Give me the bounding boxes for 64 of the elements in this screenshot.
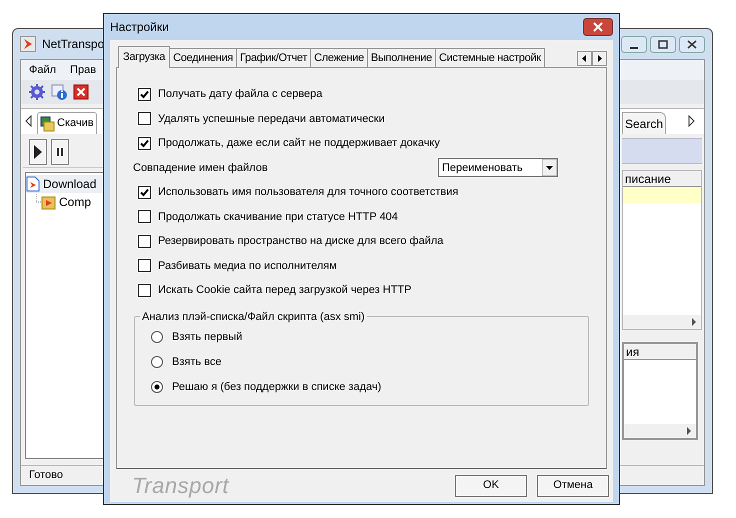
checkbox-label: Использовать имя пользователя для точного соответствия	[158, 185, 458, 200]
close-button[interactable]	[583, 18, 613, 36]
dropdown[interactable]: Переименовать	[438, 158, 558, 178]
checkbox[interactable]	[138, 284, 151, 297]
tree-item[interactable]: Comp	[26, 193, 104, 211]
scroll-left-icon[interactable]	[24, 115, 34, 127]
scroll-right-icon[interactable]	[592, 51, 607, 66]
dialog-title: Настройки	[110, 19, 169, 36]
checkbox[interactable]	[138, 88, 151, 101]
delete-icon[interactable]	[73, 84, 89, 100]
folder-icon	[36, 194, 56, 210]
checkbox[interactable]	[138, 259, 151, 272]
group-title: Анализ плэй-списка/Файл скрипта (asx smi)	[140, 308, 367, 325]
field-label: Совпадение имен файлов	[133, 160, 268, 176]
radio-label: Взять первый	[172, 330, 242, 345]
scroll-right-icon[interactable]	[686, 427, 692, 435]
checkbox-label: Искать Cookie сайта перед загрузкой через HTTP	[158, 283, 412, 298]
pause-button[interactable]	[51, 138, 69, 164]
minimize-button[interactable]	[621, 36, 647, 52]
checkbox[interactable]	[138, 186, 151, 199]
tab[interactable]: Search	[622, 112, 666, 134]
checkbox[interactable]	[138, 210, 151, 224]
checkbox-label: Продолжать скачивание при статусе HTTP 404	[158, 210, 398, 224]
dialog-button[interactable]: Отмена	[537, 474, 609, 496]
checkbox[interactable]	[138, 234, 151, 248]
dialog-button[interactable]: OK	[455, 474, 527, 496]
tab[interactable]: Соединения	[170, 48, 237, 67]
tab[interactable]: График/Отчет	[236, 48, 312, 67]
dropdown-arrow-icon	[542, 159, 557, 176]
info-icon[interactable]	[51, 84, 67, 100]
tab[interactable]: Скачив	[37, 112, 97, 134]
menu-item[interactable]: Прав	[70, 62, 96, 78]
logo-text: Transport	[132, 472, 230, 500]
close-button[interactable]	[679, 36, 705, 52]
menu-item[interactable]: Файл	[29, 62, 56, 78]
tree-item[interactable]: Download	[26, 175, 104, 193]
app-logo-icon	[20, 36, 36, 52]
radio-button[interactable]	[151, 331, 163, 343]
checkbox[interactable]	[138, 112, 151, 126]
checkbox[interactable]	[138, 136, 151, 150]
scroll-right-icon[interactable]	[691, 318, 697, 326]
window-title: NetTranspo	[42, 36, 104, 53]
radio-button[interactable]	[151, 381, 163, 393]
checkbox-label: Получать дату файла с сервера	[158, 87, 322, 102]
gear-icon[interactable]	[29, 84, 45, 100]
checkbox-label: Продолжать, даже если сайт не поддерживает докачку	[158, 136, 440, 151]
tab[interactable]: Системные настройк	[436, 48, 545, 67]
column-header[interactable]: ия	[624, 344, 696, 360]
checkbox-label: Резервировать пространство на диске для всего файла	[158, 234, 444, 249]
tab[interactable]: Загрузка	[118, 46, 170, 68]
folders-icon	[40, 116, 55, 132]
column-header[interactable]: писание	[623, 171, 701, 187]
radio-label: Взять все	[172, 354, 222, 370]
maximize-button[interactable]	[650, 36, 676, 52]
tab[interactable]: Слежение	[311, 48, 368, 67]
checkbox-label: Разбивать медиа по исполнителям	[158, 258, 337, 274]
status-text: Готово	[29, 468, 63, 484]
radio-button[interactable]	[151, 356, 163, 368]
scroll-right-icon[interactable]	[686, 115, 696, 127]
scroll-left-icon[interactable]	[577, 51, 592, 66]
radio-label: Решаю я (без поддержки в списке задач)	[172, 380, 382, 395]
play-button[interactable]	[29, 138, 47, 164]
tab[interactable]: Выполнение	[368, 48, 436, 67]
checkbox-label: Удалять успешные передачи автоматически	[158, 112, 385, 126]
